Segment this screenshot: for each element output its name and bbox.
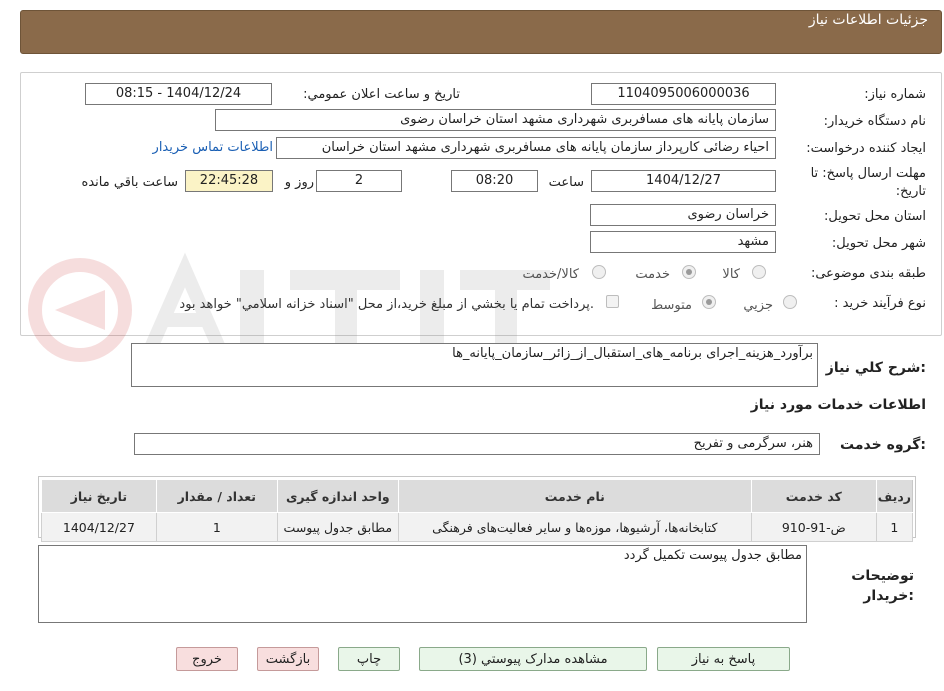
page-header <box>20 10 942 54</box>
contact-buyer-link[interactable]: اطلاعات تماس خريدار <box>153 140 273 155</box>
payment-note: پرداخت تمام يا بخشي از مبلغ خريد،از محل … <box>179 297 594 312</box>
service-group-field: هنر، سرگرمی و تفریح <box>134 433 820 455</box>
process-radio-minor[interactable] <box>783 295 797 309</box>
col-name: نام خدمت <box>397 479 752 513</box>
province-label: استان محل تحويل: <box>824 209 926 224</box>
back-button[interactable]: بازگشت <box>257 647 319 671</box>
exit-button[interactable]: خروج <box>176 647 238 671</box>
category-radio-goods[interactable] <box>752 265 766 279</box>
col-code: کد خدمت <box>750 479 877 513</box>
province-field: خراسان رضوی <box>590 204 776 226</box>
process-label: نوع فرآيند خريد : <box>834 296 926 311</box>
cell-code: ض-91-910 <box>750 512 877 542</box>
summary-label: شرح کلي نياز: <box>825 360 926 376</box>
services-table: رديف کد خدمت نام خدمت واحد اندازه گيری ت… <box>41 479 914 542</box>
category-radio-service[interactable] <box>682 265 696 279</box>
need-number-field: 1104095006000036 <box>591 83 776 105</box>
announce-field: 1404/12/24 - 08:15 <box>85 83 272 105</box>
buyer-notes-label: توضيحات خريدار: <box>851 568 914 604</box>
table-header-row: رديف کد خدمت نام خدمت واحد اندازه گيری ت… <box>41 479 914 513</box>
city-label: شهر محل تحويل: <box>831 236 926 251</box>
deadline-time-field: 08:20 <box>451 170 538 192</box>
cell-unit: مطابق جدول پیوست <box>276 512 399 542</box>
print-button[interactable]: چاپ <box>338 647 400 671</box>
treasury-checkbox[interactable] <box>606 295 619 308</box>
reply-button[interactable]: پاسخ به نياز <box>657 647 790 671</box>
need-number-label: شماره نیاز: <box>864 87 926 102</box>
city-field: مشهد <box>590 231 776 253</box>
requester-field: احیاء رضائی کارپرداز سازمان پایانه های م… <box>276 137 776 159</box>
deadline-time-label: ساعت <box>548 175 584 190</box>
buyer-org-label: نام دستگاه خريدار: <box>823 114 926 129</box>
services-table-wrapper: رديف کد خدمت نام خدمت واحد اندازه گيری ت… <box>38 476 916 542</box>
col-row: رديف <box>875 479 914 513</box>
summary-textarea[interactable]: برآورد_هزینه_اجرای برنامه_های_استقبال_از… <box>131 343 818 387</box>
days-field: 2 <box>316 170 402 192</box>
cell-qty: 1 <box>155 512 278 542</box>
view-documents-button[interactable]: مشاهده مدارک پيوستي (3) <box>419 647 647 671</box>
col-date: تاريخ نياز <box>41 479 157 513</box>
buyer-notes-textarea[interactable]: مطابق جدول پیوست تکمیل گردد <box>38 545 807 623</box>
process-option-medium: متوسط <box>651 298 692 313</box>
process-radio-medium[interactable] <box>702 295 716 309</box>
category-option-goods: کالا <box>722 267 740 282</box>
table-row: 1 ض-91-910 کتابخانه‌ها، آرشیوها، موزه‌ها… <box>41 512 914 542</box>
page-title: جزئیات اطلاعات نیاز <box>808 12 928 28</box>
buyer-org-field: سازمان پایانه های مسافربری شهرداری مشهد … <box>215 109 776 131</box>
announce-label: تاریخ و ساعت اعلان عمومي: <box>303 87 460 102</box>
requester-label: ايجاد کننده درخواست: <box>806 141 926 156</box>
col-unit: واحد اندازه گيری <box>276 479 399 513</box>
remaining-label: ساعت باقي مانده <box>81 175 178 190</box>
category-radio-goods-service[interactable] <box>592 265 606 279</box>
cell-row: 1 <box>875 512 914 542</box>
category-option-service: خدمت <box>635 267 670 282</box>
service-group-label: گروه خدمت: <box>840 437 926 453</box>
remaining-time-field: 22:45:28 <box>185 170 273 192</box>
cell-date: 1404/12/27 <box>41 512 157 542</box>
cell-name: کتابخانه‌ها، آرشیوها، موزه‌ها و سایر فعا… <box>397 512 752 542</box>
col-qty: تعداد / مقدار <box>155 479 278 513</box>
process-option-minor: جزيي <box>743 298 773 313</box>
services-section-title: اطلاعات خدمات مورد نياز <box>750 397 926 413</box>
deadline-date-field: 1404/12/27 <box>591 170 776 192</box>
days-label: روز و <box>284 175 314 190</box>
deadline-label: مهلت ارسال پاسخ: تا تاريخ: <box>810 166 926 199</box>
category-label: طبقه بندی موضوعی: <box>810 266 926 281</box>
category-option-goods-service: کالا/خدمت <box>522 267 579 282</box>
